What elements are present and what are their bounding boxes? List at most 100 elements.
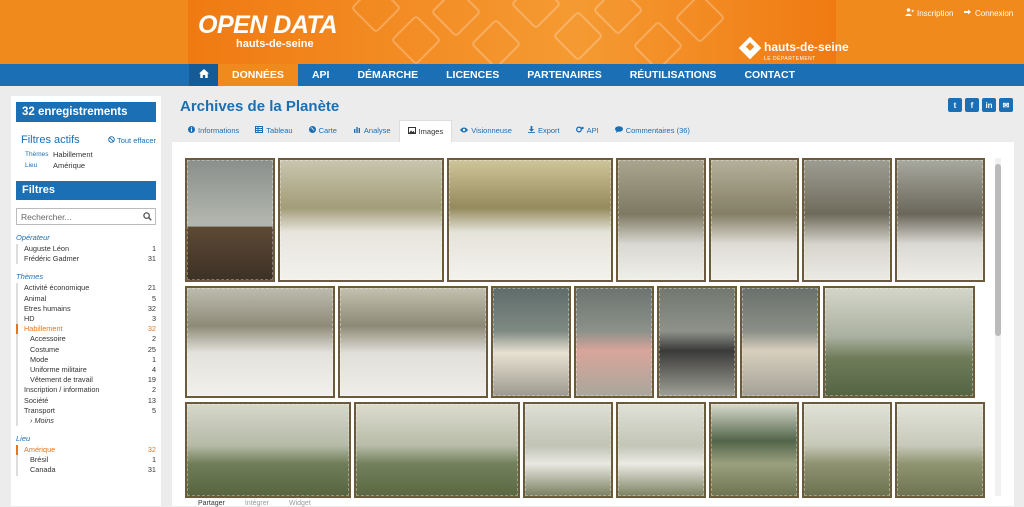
facet-subrow[interactable]: Costume 25 xyxy=(16,344,156,355)
facebook-icon[interactable]: f xyxy=(965,98,979,112)
facet-label: Auguste Léon xyxy=(24,244,70,253)
gallery-scrollbar[interactable] xyxy=(995,158,1001,496)
gallery-photo[interactable] xyxy=(616,402,706,498)
facet-row[interactable]: Auguste Léon 1 xyxy=(16,244,156,255)
nav-api[interactable]: API xyxy=(298,64,344,86)
clear-all-button[interactable]: Tout effacer xyxy=(108,136,156,145)
home-icon xyxy=(198,64,209,86)
facet-row-selected[interactable]: Habillement 32 xyxy=(16,324,156,335)
gallery-photo[interactable] xyxy=(354,402,520,498)
tab-label: Images xyxy=(418,126,444,136)
tab-carte[interactable]: Carte xyxy=(301,120,345,142)
tab-api[interactable]: API xyxy=(568,120,607,142)
tab-analyse[interactable]: Analyse xyxy=(345,120,399,142)
nav-partenaires[interactable]: PARTENAIRES xyxy=(513,64,615,86)
facet-subrow[interactable]: Mode 1 xyxy=(16,354,156,366)
nav-donnees[interactable]: DONNÉES xyxy=(218,64,298,86)
facet-subrow[interactable]: Vêtement de travail 19 xyxy=(16,375,156,386)
logo-sub-text: hauts-de-seine xyxy=(236,38,314,50)
gallery-photo[interactable] xyxy=(895,402,985,498)
tab-informations[interactable]: Informations xyxy=(180,120,247,142)
linkedin-icon[interactable]: in xyxy=(982,98,996,112)
facet-row[interactable]: Activité économique 21 xyxy=(16,283,156,294)
facet-row[interactable]: HD 3 xyxy=(16,314,156,325)
dataset-main: Archives de la Planète t f in ✉ Informat… xyxy=(172,96,1018,507)
email-icon[interactable]: ✉ xyxy=(999,98,1013,112)
nav-contact[interactable]: CONTACT xyxy=(730,64,809,86)
facet-count: 32 xyxy=(147,303,156,313)
department-brand[interactable]: hauts-de-seine LE DÉPARTEMENT xyxy=(738,36,849,62)
gallery-photo[interactable] xyxy=(823,286,975,398)
tab-export[interactable]: Export xyxy=(520,120,568,142)
gallery-photo[interactable] xyxy=(574,286,654,398)
tab-commentaires[interactable]: Commentaires (36) xyxy=(607,120,698,142)
gallery-photo[interactable] xyxy=(185,158,275,282)
gallery-photo[interactable] xyxy=(338,286,488,398)
nav-reutilisations[interactable]: RÉUTILISATIONS xyxy=(616,64,731,86)
tab-visionneuse[interactable]: Visionneuse xyxy=(452,120,520,142)
gallery-photo[interactable] xyxy=(491,286,571,398)
gallery-photo[interactable] xyxy=(709,402,799,498)
facet-subrow[interactable]: Canada 31 xyxy=(16,465,156,476)
facet-label: Etres humains xyxy=(24,303,71,313)
connexion-link[interactable]: Connexion xyxy=(964,8,1013,18)
cogs-icon xyxy=(575,120,584,142)
scrollbar-thumb[interactable] xyxy=(995,164,1001,336)
facet-row[interactable]: Frédéric Gadmer 31 xyxy=(16,254,156,265)
image-icon xyxy=(407,121,416,143)
active-filter-value: Habillement xyxy=(53,150,93,159)
facet-label: Animal xyxy=(24,293,47,303)
facet-count: 3 xyxy=(151,314,156,324)
facet-row[interactable]: Transport 5 xyxy=(16,405,156,417)
nav-licences[interactable]: LICENCES xyxy=(432,64,513,86)
inscription-link[interactable]: Inscription xyxy=(905,8,953,18)
gallery-photo[interactable] xyxy=(740,286,820,398)
gallery-photo[interactable] xyxy=(185,286,335,398)
gallery-photo[interactable] xyxy=(185,402,351,498)
facet-count: 32 xyxy=(147,445,156,455)
facet-row-selected[interactable]: Amérique 32 xyxy=(16,445,156,456)
facet-label: Mode xyxy=(30,354,49,364)
search-icon[interactable] xyxy=(143,208,152,226)
gallery-photo[interactable] xyxy=(523,402,613,498)
gallery-photo[interactable] xyxy=(657,286,737,398)
gallery-photo[interactable] xyxy=(447,158,613,282)
gallery-photo[interactable] xyxy=(278,158,444,282)
facet-operateur: Opérateur Auguste Léon 1 Frédéric Gadmer 3… xyxy=(16,233,156,265)
gallery-photo[interactable] xyxy=(616,158,706,282)
facet-title: Lieu xyxy=(16,434,31,444)
gallery-photo[interactable] xyxy=(802,158,892,282)
filter-search-input[interactable] xyxy=(21,211,136,222)
clear-all-label: Tout effacer xyxy=(116,135,156,145)
nav-home[interactable] xyxy=(189,64,218,86)
active-filter-themes[interactable]: Thèmes Habillement xyxy=(25,150,161,160)
tab-label: Visionneuse xyxy=(471,126,512,135)
facet-subrow[interactable]: Accessoire 2 xyxy=(16,334,156,345)
brand-tag: LE DÉPARTEMENT xyxy=(764,56,816,62)
show-less-link[interactable]: › Moins xyxy=(16,416,156,427)
logo-main-text: OPEN DATA xyxy=(198,11,338,39)
images-panel: Partager Intégrer Widget xyxy=(172,142,1014,507)
active-filter-lieu[interactable]: Lieu Amérique xyxy=(25,161,161,171)
facet-count: 1 xyxy=(151,455,156,465)
user-plus-icon xyxy=(905,8,914,18)
facet-row[interactable]: Etres humains 32 xyxy=(16,303,156,315)
department-logo-icon xyxy=(738,36,762,60)
twitter-icon[interactable]: t xyxy=(948,98,962,112)
facet-subrow[interactable]: Brésil 1 xyxy=(16,455,156,466)
tab-images[interactable]: Images xyxy=(398,120,453,143)
facet-row[interactable]: Animal 5 xyxy=(16,293,156,304)
facet-label: Inscription / information xyxy=(24,385,100,395)
bar-chart-icon xyxy=(353,120,361,142)
facet-row[interactable]: Inscription / information 2 xyxy=(16,385,156,396)
gallery-photo[interactable] xyxy=(709,158,799,282)
gallery-photo[interactable] xyxy=(802,402,892,498)
facet-count: 32 xyxy=(147,324,156,334)
facet-row[interactable]: Société 13 xyxy=(16,395,156,406)
tab-tableau[interactable]: Tableau xyxy=(247,120,300,142)
open-data-logo[interactable]: OPEN DATA hauts-de-seine xyxy=(198,11,338,50)
facet-subrow[interactable]: Uniforme militaire 4 xyxy=(16,365,156,376)
tab-label: API xyxy=(586,126,599,135)
nav-demarche[interactable]: DÉMARCHE xyxy=(343,64,432,86)
gallery-photo[interactable] xyxy=(895,158,985,282)
